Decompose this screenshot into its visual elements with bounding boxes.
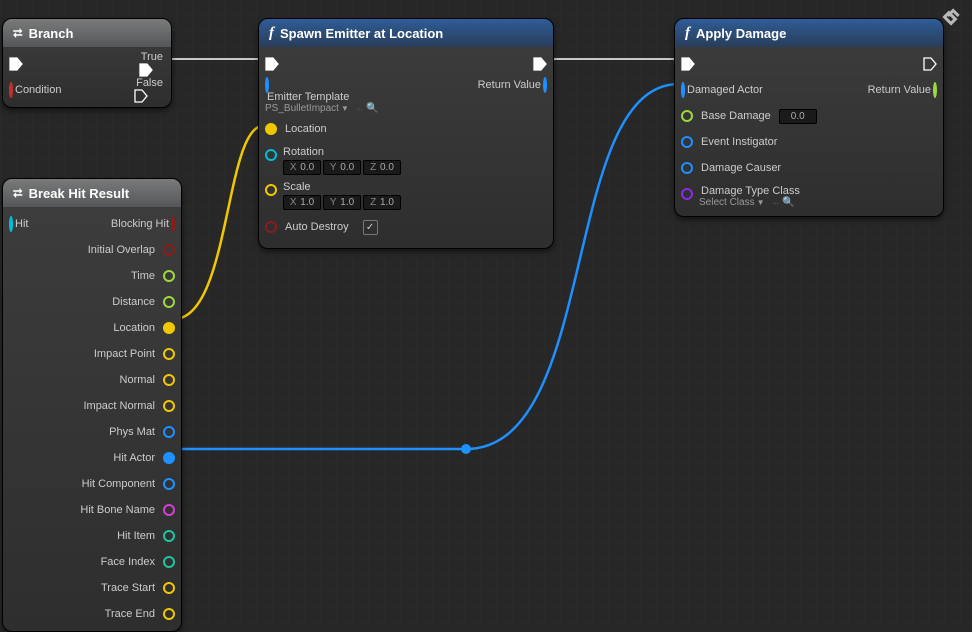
scale-y-input[interactable]: Y 1.0 bbox=[323, 195, 361, 210]
node-header[interactable]: f Spawn Emitter at Location bbox=[259, 19, 553, 47]
return-value-pin[interactable]: Return Value bbox=[476, 79, 547, 91]
out-pin-trace-start[interactable]: Trace Start bbox=[9, 575, 175, 601]
base-damage-pin[interactable]: Base Damage 0.0 bbox=[681, 103, 937, 129]
out-pin-normal[interactable]: Normal bbox=[9, 367, 175, 393]
out-pin-trace-end[interactable]: Trace End bbox=[9, 601, 175, 627]
node-header[interactable]: f Apply Damage bbox=[675, 19, 943, 47]
out-pin-location[interactable]: Location bbox=[9, 315, 175, 341]
out-pin-impact-point[interactable]: Impact Point bbox=[9, 341, 175, 367]
exec-out-false[interactable]: False bbox=[134, 77, 165, 103]
scale-x-input[interactable]: X 1.0 bbox=[283, 195, 321, 210]
hit-in-pin[interactable]: Hit bbox=[9, 218, 30, 230]
rot-x-input[interactable]: X 0.0 bbox=[283, 160, 321, 175]
branch-icon: ⮂ bbox=[13, 26, 23, 41]
out-pin-hit-item[interactable]: Hit Item bbox=[9, 523, 175, 549]
node-apply-damage[interactable]: f Apply Damage Damaged Actor Return Valu… bbox=[674, 18, 944, 217]
exec-in[interactable] bbox=[265, 57, 279, 71]
condition-pin[interactable]: Condition bbox=[9, 84, 63, 96]
exec-in[interactable] bbox=[681, 57, 695, 71]
node-branch[interactable]: ⮂ Branch True Condition False bbox=[2, 18, 172, 108]
node-title: Branch bbox=[29, 26, 74, 41]
asset-nav-icon[interactable]: ← 🔍 bbox=[356, 103, 378, 114]
out-pin-initial-overlap[interactable]: Initial Overlap bbox=[9, 237, 175, 263]
damage-type-pin[interactable]: Damage Type Class Select Class▼ ← 🔍 bbox=[681, 181, 937, 212]
out-pin-impact-normal[interactable]: Impact Normal bbox=[9, 393, 175, 419]
out-pin[interactable]: Blocking Hit bbox=[109, 218, 175, 230]
location-pin[interactable]: Location bbox=[265, 116, 547, 142]
base-damage-input[interactable]: 0.0 bbox=[779, 109, 817, 124]
scale-pin[interactable]: Scale X 1.0 Y 1.0 Z 1.0 bbox=[265, 175, 547, 210]
asset-nav-icon[interactable]: ← 🔍 bbox=[771, 197, 793, 208]
return-value-pin[interactable]: Return Value bbox=[866, 84, 937, 96]
damage-causer-pin[interactable]: Damage Causer bbox=[681, 155, 937, 181]
exec-out[interactable] bbox=[533, 57, 547, 71]
rotation-pin[interactable]: Rotation X 0.0 Y 0.0 Z 0.0 bbox=[265, 142, 547, 175]
auto-destroy-checkbox[interactable]: ✓ bbox=[363, 220, 378, 235]
out-pin-hit-bone-name[interactable]: Hit Bone Name bbox=[9, 497, 175, 523]
out-pin-time[interactable]: Time bbox=[9, 263, 175, 289]
node-spawn-emitter[interactable]: f Spawn Emitter at Location Emitter Temp… bbox=[258, 18, 554, 249]
scale-z-input[interactable]: Z 1.0 bbox=[363, 195, 401, 210]
node-title: Apply Damage bbox=[696, 26, 786, 41]
node-title: Break Hit Result bbox=[29, 186, 129, 201]
out-pin-hit-actor[interactable]: Hit Actor bbox=[9, 445, 175, 471]
node-header[interactable]: ⮂ Branch bbox=[3, 19, 171, 47]
rot-z-input[interactable]: Z 0.0 bbox=[363, 160, 401, 175]
emitter-template-pin[interactable]: Emitter Template PS_BulletImpact▼ ← 🔍 bbox=[265, 79, 378, 114]
damaged-actor-pin[interactable]: Damaged Actor bbox=[681, 84, 765, 96]
function-icon: f bbox=[269, 25, 274, 42]
node-break-hit-result[interactable]: ⮂ Break Hit Result Hit Blocking Hit Initia… bbox=[2, 178, 182, 632]
exec-out-true[interactable]: True bbox=[139, 51, 165, 77]
node-header[interactable]: ⮂ Break Hit Result bbox=[3, 179, 181, 207]
rot-y-input[interactable]: Y 0.0 bbox=[323, 160, 361, 175]
out-pin-phys-mat[interactable]: Phys Mat bbox=[9, 419, 175, 445]
damage-type-select[interactable]: Select Class▼ ← 🔍 bbox=[699, 197, 802, 208]
out-pin-hit-component[interactable]: Hit Component bbox=[9, 471, 175, 497]
node-title: Spawn Emitter at Location bbox=[280, 26, 443, 41]
exec-in-pin[interactable] bbox=[9, 57, 23, 71]
emitter-template-select[interactable]: PS_BulletImpact▼ ← 🔍 bbox=[265, 103, 378, 114]
out-pin-face-index[interactable]: Face Index bbox=[9, 549, 175, 575]
split-icon: ⮂ bbox=[13, 186, 23, 201]
out-pin-distance[interactable]: Distance bbox=[9, 289, 175, 315]
function-icon: f bbox=[685, 25, 690, 42]
event-instigator-pin[interactable]: Event Instigator bbox=[681, 129, 937, 155]
auto-destroy-pin[interactable]: Auto Destroy ✓ bbox=[265, 210, 547, 244]
exec-out-end[interactable] bbox=[923, 57, 937, 71]
